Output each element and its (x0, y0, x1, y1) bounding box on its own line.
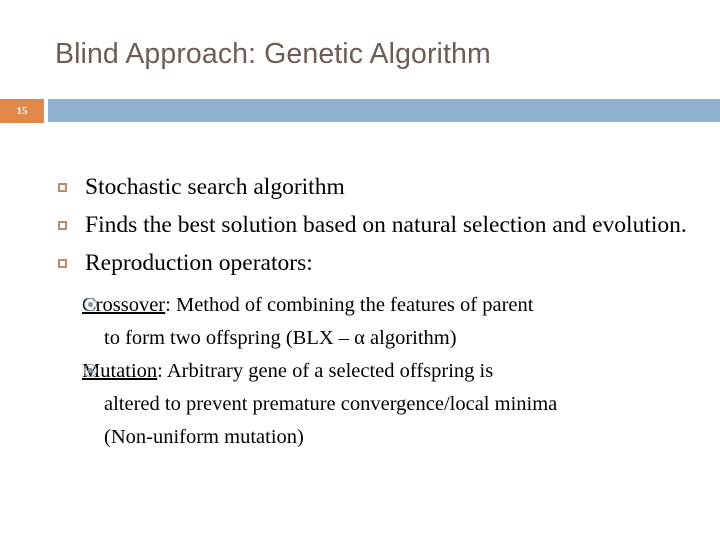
bullet-text: Reproduction operators: (85, 250, 313, 276)
sub-bullet-text-line3: (Non-uniform mutation) (104, 426, 304, 448)
hollow-square-bullet-icon (58, 221, 67, 230)
list-item: Stochastic search algorithm (0, 170, 720, 205)
sub-bullet-text-line2: to form two offspring (BLX – α algorithm… (104, 327, 457, 349)
hollow-square-bullet-icon (58, 183, 67, 192)
slide-canvas: Blind Approach: Genetic Algorithm 15 Sto… (0, 0, 720, 540)
list-item: Finds the best solution based on natural… (0, 208, 720, 243)
sub-bullet-text-line2: altered to prevent premature convergence… (104, 393, 558, 415)
sub-list-item: Mutation: Arbitrary gene of a selected o… (0, 355, 720, 454)
title-divider-band: 15 (0, 99, 720, 123)
sub-bullet-text: : Method of combining the features of pa… (165, 294, 534, 316)
hollow-square-bullet-icon (58, 259, 67, 268)
list-item: Reproduction operators: (0, 246, 720, 281)
ring-dot-bullet-icon (84, 364, 97, 377)
divider-bar (48, 99, 720, 122)
title-area: Blind Approach: Genetic Algorithm (0, 34, 720, 92)
bullet-text: Finds the best solution based on natural… (85, 212, 687, 238)
sub-bullet-text: : Arbitrary gene of a selected offspring… (157, 360, 494, 382)
slide-number-text: 15 (16, 105, 28, 117)
slide-number-badge: 15 (0, 99, 44, 123)
sub-bullet-group: Crossover: Method of combining the featu… (0, 289, 720, 454)
page-title: Blind Approach: Genetic Algorithm (55, 38, 491, 70)
bullet-text: Stochastic search algorithm (85, 174, 345, 200)
sub-list-item: Crossover: Method of combining the featu… (0, 289, 720, 355)
body-content: Stochastic search algorithm Finds the be… (0, 170, 720, 454)
ring-dot-bullet-icon (84, 298, 97, 311)
